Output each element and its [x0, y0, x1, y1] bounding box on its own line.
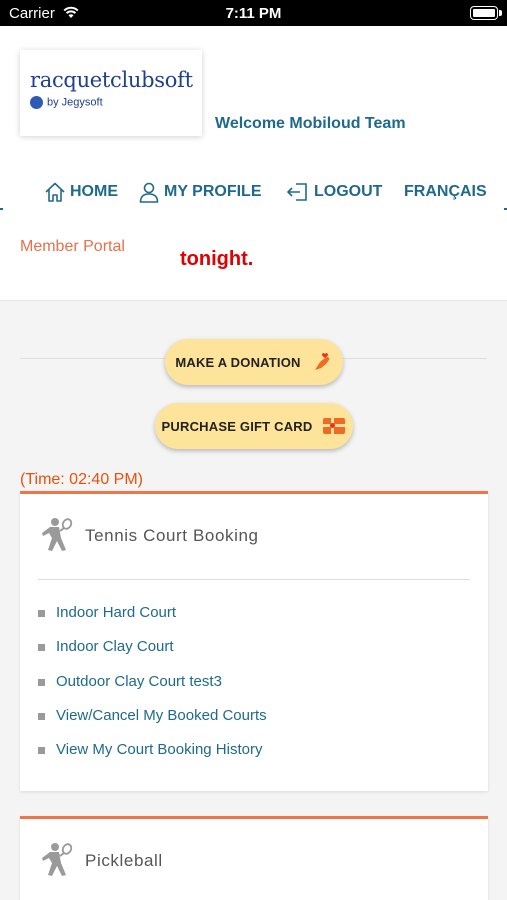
- tennis-court-booking-card: Tennis Court Booking Indoor Hard Court I…: [20, 491, 488, 791]
- hand-heart-icon: [314, 353, 329, 370]
- card-title: Pickleball: [85, 851, 163, 870]
- nav-home[interactable]: HOME: [44, 175, 118, 209]
- club-logo[interactable]: racquetclubsoft by Jegysoft: [20, 50, 202, 136]
- tennis-player-icon: [42, 518, 73, 551]
- view-cancel-bookings-link[interactable]: View/Cancel My Booked Courts: [38, 707, 267, 741]
- logout-icon: [287, 183, 307, 201]
- status-bar: Carrier 7:11 PM: [0, 0, 507, 26]
- link-label: Outdoor Clay Court test3: [56, 672, 222, 690]
- make-donation-button[interactable]: MAKE A DONATION: [165, 339, 343, 385]
- nav-language-label: FRANÇAIS: [404, 183, 487, 200]
- pickleball-card: Pickleball: [20, 816, 488, 900]
- court-link-indoor-clay[interactable]: Indoor Clay Court: [38, 638, 267, 672]
- main-nav: HOME MY PROFILE LOGOUT FRANÇAIS: [0, 175, 507, 209]
- purchase-gift-card-label: PURCHASE GIFT CARD: [161, 418, 313, 434]
- nav-my-profile-label: MY PROFILE: [164, 183, 262, 200]
- nav-logout[interactable]: LOGOUT: [286, 175, 382, 209]
- court-link-indoor-hard[interactable]: Indoor Hard Court: [38, 604, 267, 638]
- bullet: [38, 747, 45, 755]
- bullet: [38, 610, 45, 617]
- announcement-ticker: tonight.: [180, 248, 254, 270]
- nav-language[interactable]: FRANÇAIS: [404, 175, 487, 209]
- bullet: [38, 644, 45, 652]
- nav-border: [0, 208, 507, 210]
- nav-home-label: HOME: [70, 183, 118, 200]
- tennis-player-icon: [42, 843, 73, 876]
- gift-icon: [323, 418, 346, 434]
- nav-my-profile[interactable]: MY PROFILE: [138, 175, 262, 209]
- main-content: MAKE A DONATION PURCHASE GIFT CARD (Time…: [0, 300, 507, 900]
- user-icon: [139, 182, 159, 203]
- logo-wordmark: racquetclubsoft: [30, 68, 193, 92]
- welcome-message: Welcome Mobiloud Team: [215, 115, 406, 132]
- time-label: (Time: 02:40 PM): [20, 471, 143, 488]
- logo-byline: by Jegysoft: [30, 96, 103, 109]
- court-link-outdoor-clay[interactable]: Outdoor Clay Court test3: [38, 673, 267, 707]
- booking-history-link[interactable]: View My Court Booking History: [38, 741, 267, 775]
- link-label: View My Court Booking History: [56, 741, 263, 759]
- purchase-gift-card-button[interactable]: PURCHASE GIFT CARD: [155, 403, 353, 449]
- bullet: [38, 678, 45, 686]
- card-title: Tennis Court Booking: [85, 526, 259, 545]
- home-icon: [45, 182, 65, 202]
- card-divider: [38, 579, 470, 580]
- link-label: Indoor Clay Court: [56, 638, 174, 656]
- link-label: View/Cancel My Booked Courts: [56, 706, 267, 724]
- link-label: Indoor Hard Court: [56, 604, 177, 621]
- clock: 7:11 PM: [225, 5, 282, 22]
- bullet: [38, 712, 45, 720]
- make-donation-label: MAKE A DONATION: [175, 354, 301, 370]
- battery-icon: [470, 6, 502, 20]
- nav-logout-label: LOGOUT: [314, 183, 383, 200]
- court-link-list: Indoor Hard Court Indoor Clay Court Outd…: [38, 604, 267, 775]
- member-portal-label: Member Portal: [20, 238, 125, 255]
- tennis-ball-icon: [30, 96, 43, 109]
